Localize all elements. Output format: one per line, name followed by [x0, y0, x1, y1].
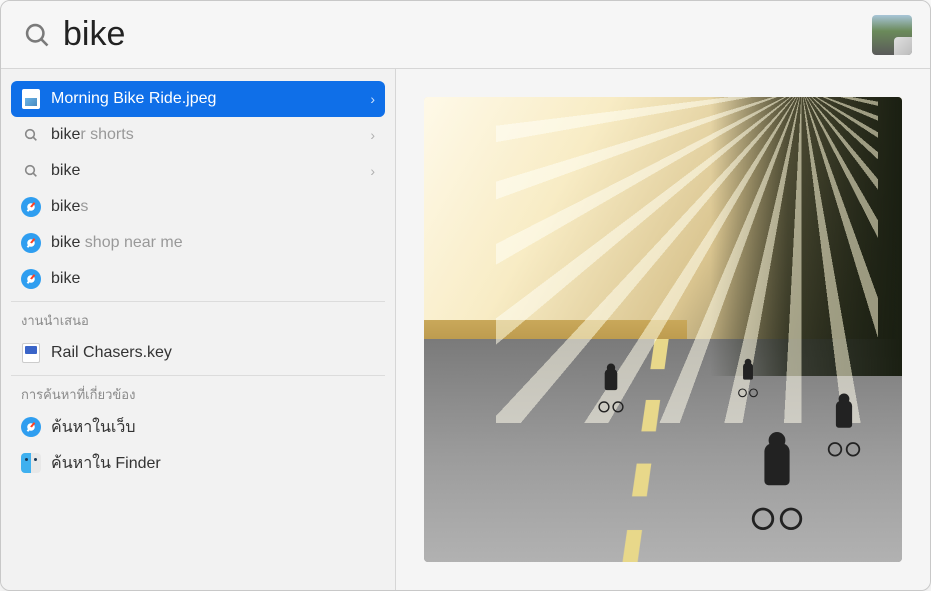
jpeg-file-icon [21, 89, 41, 109]
result-label: ค้นหาใน Finder [51, 451, 375, 476]
safari-icon [21, 233, 41, 253]
preview-pane [396, 69, 930, 590]
safari-icon [21, 197, 41, 217]
chevron-right-icon: › [370, 163, 375, 179]
search-input[interactable] [63, 15, 872, 54]
result-label: bikes [51, 198, 375, 216]
result-label: bike shop near me [51, 234, 375, 252]
search-icon [21, 125, 41, 145]
keynote-file-icon [21, 343, 41, 363]
results-sidebar: Morning Bike Ride.jpeg › biker shorts › … [1, 69, 396, 590]
safari-icon [21, 269, 41, 289]
search-bar [1, 1, 930, 69]
result-label: bike [51, 270, 375, 288]
chevron-right-icon: › [370, 127, 375, 143]
search-icon [23, 21, 51, 49]
file-result-row[interactable]: Rail Chasers.key [11, 335, 385, 371]
suggestion-row[interactable]: biker shorts › [11, 117, 385, 153]
search-finder-row[interactable]: ค้นหาใน Finder [11, 445, 385, 481]
chevron-right-icon: › [370, 91, 375, 107]
result-label: Morning Bike Ride.jpeg [51, 90, 370, 108]
result-label: ค้นหาในเว็บ [51, 415, 375, 440]
section-header-related: การค้นหาที่เกี่ยวข้อง [11, 375, 385, 409]
safari-icon [21, 417, 41, 437]
finder-icon [21, 453, 41, 473]
suggestion-row[interactable]: bike [11, 261, 385, 297]
content-area: Morning Bike Ride.jpeg › biker shorts › … [1, 69, 930, 590]
result-label: Rail Chasers.key [51, 344, 375, 362]
suggestion-row[interactable]: bike › [11, 153, 385, 189]
result-label: biker shorts [51, 126, 370, 144]
search-web-row[interactable]: ค้นหาในเว็บ [11, 409, 385, 445]
top-hit-row[interactable]: Morning Bike Ride.jpeg › [11, 81, 385, 117]
spotlight-window: Morning Bike Ride.jpeg › biker shorts › … [0, 0, 931, 591]
preview-image[interactable] [424, 97, 902, 562]
search-icon [21, 161, 41, 181]
section-header-presentations: งานนำเสนอ [11, 301, 385, 335]
preview-app-icon[interactable] [872, 15, 912, 55]
suggestion-row[interactable]: bikes [11, 189, 385, 225]
result-label: bike [51, 162, 370, 180]
suggestion-row[interactable]: bike shop near me [11, 225, 385, 261]
